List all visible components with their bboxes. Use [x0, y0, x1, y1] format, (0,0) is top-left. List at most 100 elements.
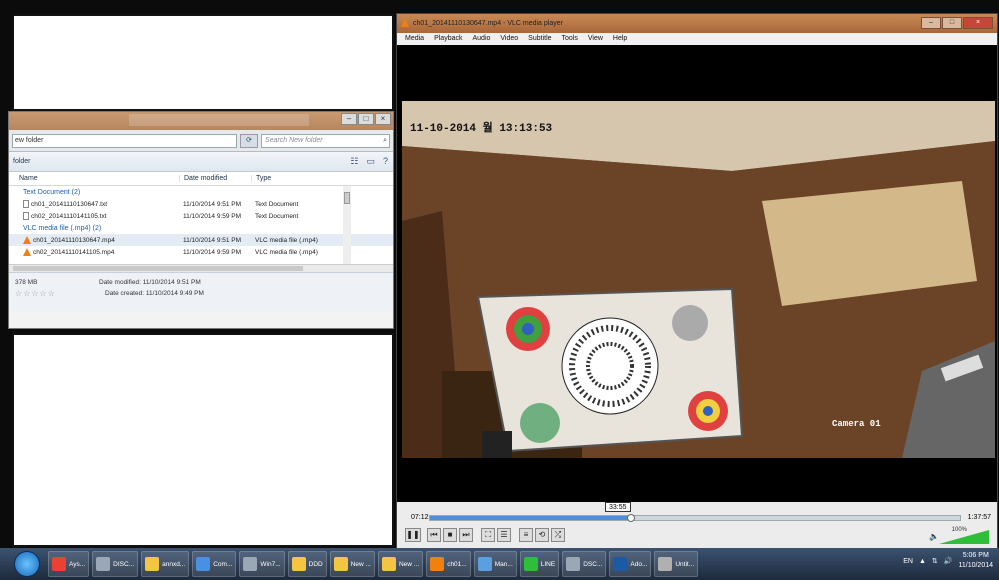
blank-window-bottom	[12, 333, 394, 547]
vlc-icon	[401, 19, 409, 27]
app-icon	[196, 557, 211, 571]
taskbar-item[interactable]: annxd...	[141, 551, 190, 577]
rating-stars[interactable]: ☆☆☆☆☆	[15, 289, 56, 298]
menu-tools[interactable]: Tools	[562, 33, 578, 45]
file-name: ch01_20141110130647.txt	[31, 200, 108, 208]
address-bar[interactable]: ew folder	[12, 133, 237, 148]
file-type: VLC media file (.mp4)	[255, 248, 318, 256]
date-created: Date created: 11/10/2014 9:49 PM	[105, 290, 204, 297]
playlist-icon[interactable]: ≡	[519, 528, 533, 542]
stop-icon[interactable]: ■	[443, 528, 457, 542]
language-indicator[interactable]: EN	[903, 558, 913, 565]
app-icon	[381, 557, 396, 571]
help-icon[interactable]: ?	[383, 156, 388, 167]
app-icon	[477, 557, 492, 571]
taskbar-item[interactable]: ch01...	[426, 551, 471, 577]
column-name[interactable]: Name	[9, 175, 179, 182]
file-name: ch02_20141110141105.mp4	[33, 248, 115, 256]
menu-view[interactable]: View	[588, 33, 603, 45]
video-scene	[402, 101, 995, 458]
menu-help[interactable]: Help	[613, 33, 627, 45]
group-header[interactable]: Text Document (2)	[9, 186, 393, 198]
taskbar-item[interactable]: Ado...	[609, 551, 652, 577]
next-icon[interactable]: ⏭	[459, 528, 473, 542]
view-icon[interactable]: ☷	[350, 156, 358, 167]
taskbar-item[interactable]: Win7...	[239, 551, 285, 577]
extended-settings-icon[interactable]: ☰	[497, 528, 511, 542]
taskbar-item-label: New ...	[398, 560, 420, 568]
file-date: 11/10/2014 9:51 PM	[183, 200, 242, 208]
previous-icon[interactable]: ⏮	[427, 528, 441, 542]
taskbar-item[interactable]: New ...	[377, 551, 424, 577]
file-type: Text Document	[255, 212, 299, 220]
scroll-thumb[interactable]	[13, 266, 303, 271]
toolbar-label: folder	[13, 158, 31, 165]
tray-arrow-icon[interactable]: ▲	[919, 558, 926, 565]
close-button[interactable]: ×	[375, 113, 391, 125]
speaker-icon[interactable]: 🔈	[929, 532, 939, 541]
clock[interactable]: 5:06 PM 11/10/2014	[958, 551, 993, 571]
time-total[interactable]: 1:37:57	[968, 514, 991, 521]
pause-button[interactable]: ❚❚	[405, 528, 421, 542]
app-icon	[333, 557, 348, 571]
menu-playback[interactable]: Playback	[434, 33, 462, 45]
app-icon	[243, 557, 258, 571]
taskbar-item-label: New ...	[350, 560, 371, 568]
fullscreen-icon[interactable]: ⛶	[481, 528, 495, 542]
vlc-window: ch01_20141110130647.mp4 - VLC media play…	[396, 13, 998, 548]
menu-video[interactable]: Video	[500, 33, 518, 45]
maximize-button[interactable]: □	[942, 17, 962, 29]
volume-slider[interactable]	[939, 530, 989, 544]
minimize-button[interactable]: –	[921, 17, 941, 29]
column-date-modified[interactable]: Date modified	[179, 175, 251, 182]
taskbar-item[interactable]: Ays...	[48, 551, 90, 577]
close-button[interactable]: ×	[963, 17, 993, 29]
menu-audio[interactable]: Audio	[472, 33, 490, 45]
file-row[interactable]: ch02_20141110141105.mp4 11/10/2014 9:59 …	[9, 246, 393, 258]
taskbar-item-label: DSC...	[583, 560, 603, 568]
video-frame[interactable]: 11-10-2014 월 13:13:53 Camera 01	[402, 101, 995, 458]
details-pane: 378 MB ☆☆☆☆☆ Date modified: 11/10/2014 9…	[9, 272, 393, 312]
column-type[interactable]: Type	[251, 175, 333, 182]
refresh-button[interactable]: ⟳	[240, 133, 258, 148]
file-name: ch02_20141110141105.txt	[31, 212, 107, 220]
volume-icon[interactable]: 🔊	[944, 557, 953, 565]
taskbar-item[interactable]: LINE	[519, 551, 560, 577]
scroll-thumb[interactable]	[344, 192, 350, 204]
app-icon	[96, 557, 111, 571]
explorer-titlebar[interactable]: – □ ×	[9, 112, 393, 130]
taskbar-item[interactable]: Untit...	[654, 551, 699, 577]
vlc-titlebar[interactable]: ch01_20141110130647.mp4 - VLC media play…	[397, 14, 997, 33]
taskbar-item[interactable]: DSC...	[562, 551, 607, 577]
seek-handle[interactable]	[627, 514, 636, 522]
column-headers: Name Date modified Type	[9, 172, 393, 186]
shuffle-icon[interactable]: ⤮	[551, 528, 565, 542]
camera-label: Camera 01	[832, 419, 881, 429]
seek-bar[interactable]	[429, 514, 961, 522]
taskbar-item[interactable]: Man...	[473, 551, 517, 577]
minimize-button[interactable]: –	[341, 113, 357, 125]
network-icon[interactable]: ⇅	[932, 557, 938, 565]
volume-control[interactable]: 🔈 100%	[929, 527, 989, 544]
search-input[interactable]: Search New folder ⌕	[261, 133, 390, 148]
group-header[interactable]: VLC media file (.mp4) (2)	[9, 222, 393, 234]
file-row[interactable]: ch01_20141110130647.mp4 11/10/2014 9:51 …	[9, 234, 393, 246]
file-type: VLC media file (.mp4)	[255, 236, 318, 244]
file-row[interactable]: ch02_20141110141105.txt 11/10/2014 9:59 …	[9, 210, 393, 222]
vertical-scrollbar[interactable]	[343, 186, 351, 264]
taskbar-item[interactable]: DDD	[287, 551, 327, 577]
taskbar-item-label: DISC...	[113, 560, 135, 568]
menu-subtitle[interactable]: Subtitle	[528, 33, 551, 45]
file-row[interactable]: ch01_20141110130647.txt 11/10/2014 9:51 …	[9, 198, 393, 210]
taskbar-item[interactable]: New ...	[329, 551, 375, 577]
menu-media[interactable]: Media	[405, 33, 424, 45]
maximize-button[interactable]: □	[358, 113, 374, 125]
seek-progress	[430, 516, 632, 520]
loop-icon[interactable]: ⟲	[535, 528, 549, 542]
taskbar-item[interactable]: Com...	[192, 551, 237, 577]
start-button[interactable]	[14, 551, 40, 577]
preview-pane-icon[interactable]: ▭	[366, 156, 375, 167]
app-icon	[613, 557, 628, 571]
taskbar-item[interactable]: DISC...	[92, 551, 139, 577]
horizontal-scrollbar[interactable]	[9, 264, 393, 272]
